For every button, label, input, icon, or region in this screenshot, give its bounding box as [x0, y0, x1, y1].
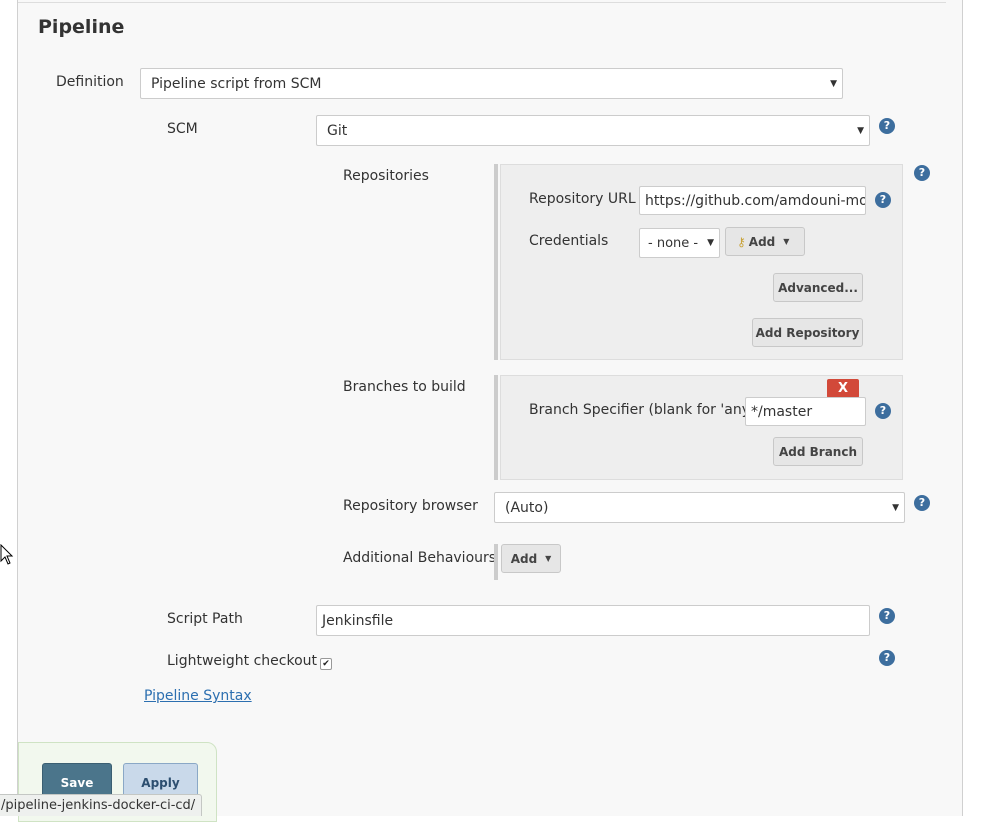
repository-url-value: https://github.com/amdouni-mohamed/pipel… — [645, 192, 865, 209]
script-path-value: Jenkinsfile — [322, 612, 394, 629]
credentials-select[interactable]: - none - ▼ — [639, 228, 720, 258]
additional-behaviours-label: Additional Behaviours — [343, 550, 497, 566]
add-branch-button[interactable]: Add Branch — [773, 437, 863, 466]
scm-select[interactable]: Git ▼ — [316, 115, 870, 146]
repository-browser-select[interactable]: (Auto) ▼ — [494, 492, 905, 523]
section-title: Pipeline — [38, 16, 125, 38]
section-divider — [18, 2, 946, 3]
repositories-help-icon[interactable]: ? — [914, 165, 930, 181]
credentials-label: Credentials — [529, 233, 609, 249]
repository-browser-help-icon[interactable]: ? — [914, 495, 930, 511]
credentials-value: - none - — [648, 235, 699, 251]
repository-url-help-icon[interactable]: ? — [875, 192, 891, 208]
script-path-input[interactable]: Jenkinsfile — [316, 605, 870, 636]
scm-help-icon[interactable]: ? — [879, 118, 895, 134]
script-path-help-icon[interactable]: ? — [879, 608, 895, 624]
branch-specifier-value: */master — [751, 403, 813, 420]
advanced-button[interactable]: Advanced... — [773, 273, 863, 302]
credentials-add-button[interactable]: ⚷ Add ▼ — [725, 227, 805, 256]
add-repository-button[interactable]: Add Repository — [752, 318, 863, 347]
branch-specifier-label: Branch Specifier (blank for 'any') — [529, 402, 760, 418]
status-url-bar: /pipeline-jenkins-docker-ci-cd/ — [0, 794, 203, 816]
branches-bar — [494, 375, 498, 480]
repositories-bar — [494, 164, 498, 360]
chevron-down-icon: ▼ — [707, 238, 714, 248]
pipeline-syntax-link[interactable]: Pipeline Syntax — [144, 688, 252, 704]
additional-behaviours-bar — [494, 544, 498, 580]
definition-value: Pipeline script from SCM — [151, 75, 322, 92]
repository-browser-value: (Auto) — [505, 499, 549, 516]
repository-browser-label: Repository browser — [343, 498, 478, 514]
chevron-down-icon: ▼ — [783, 237, 790, 246]
scm-value: Git — [327, 122, 348, 139]
chevron-down-icon: ▼ — [857, 125, 864, 136]
definition-select[interactable]: Pipeline script from SCM ▼ — [140, 68, 843, 99]
lightweight-checkout-label: Lightweight checkout — [167, 653, 318, 669]
credentials-add-label: Add — [748, 234, 776, 249]
branch-specifier-help-icon[interactable]: ? — [875, 403, 891, 419]
key-icon: ⚷ — [737, 234, 746, 249]
mouse-pointer-icon — [0, 543, 14, 570]
repositories-label: Repositories — [343, 168, 429, 184]
chevron-down-icon: ▼ — [892, 502, 899, 513]
additional-behaviours-add-label: Add — [510, 551, 538, 566]
delete-branch-button[interactable]: X — [827, 379, 859, 398]
branch-specifier-input[interactable]: */master — [745, 397, 866, 426]
additional-behaviours-add-button[interactable]: Add ▼ — [501, 544, 561, 573]
chevron-down-icon: ▼ — [830, 78, 837, 89]
definition-label: Definition — [56, 74, 124, 90]
lightweight-checkout-checkbox[interactable]: ✔ — [320, 658, 332, 670]
scm-label: SCM — [167, 121, 198, 137]
chevron-down-icon: ▼ — [545, 554, 552, 563]
repository-url-label: Repository URL — [529, 191, 636, 207]
lightweight-checkout-help-icon[interactable]: ? — [879, 650, 895, 666]
branches-label: Branches to build — [343, 379, 466, 395]
repository-url-input[interactable]: https://github.com/amdouni-mohamed/pipel… — [639, 186, 866, 215]
script-path-label: Script Path — [167, 611, 243, 627]
status-url: /pipeline-jenkins-docker-ci-cd/ — [1, 798, 196, 813]
